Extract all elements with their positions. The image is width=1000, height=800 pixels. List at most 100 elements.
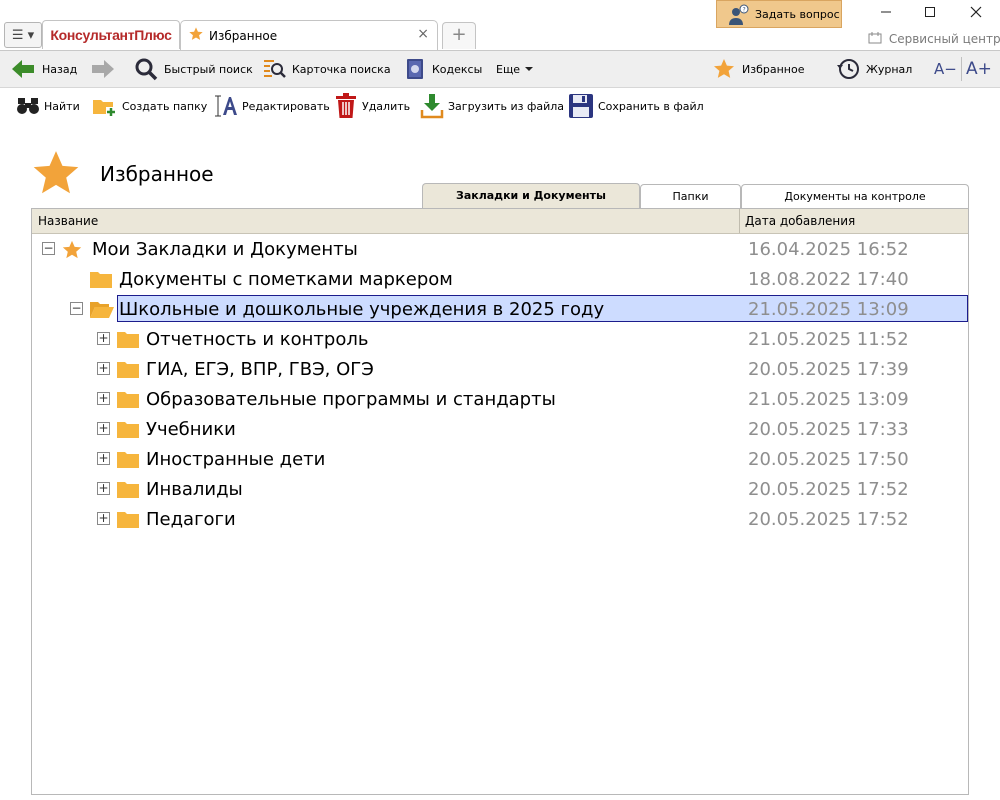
quick-search-button[interactable]: Быстрый поиск xyxy=(134,51,253,87)
maximize-icon xyxy=(925,7,935,17)
expand-toggle[interactable]: + xyxy=(97,452,110,465)
tree-row[interactable]: + Учебники 20.05.2025 17:33 xyxy=(32,415,968,443)
journal-button[interactable]: Журнал xyxy=(836,51,912,87)
collapse-toggle[interactable]: − xyxy=(70,302,83,315)
edit-label: Редактировать xyxy=(242,99,330,113)
expand-toggle[interactable]: + xyxy=(97,512,110,525)
folder-add-icon xyxy=(93,100,116,117)
tree-row[interactable]: + ГИА, ЕГЭ, ВПР, ГВЭ, ОГЭ 20.05.2025 17:… xyxy=(32,355,968,383)
load-from-file-button[interactable]: Загрузить из файла xyxy=(420,88,564,124)
tree-row[interactable]: Документы с пометками маркером 18.08.202… xyxy=(32,265,968,293)
close-window-button[interactable] xyxy=(966,6,986,22)
new-tab-button[interactable]: + xyxy=(442,22,476,49)
find-button[interactable]: Найти xyxy=(16,88,80,124)
brand-logo[interactable]: КонсультантПлюс xyxy=(42,20,180,49)
back-label: Назад xyxy=(42,62,78,76)
more-dropdown[interactable]: Еще xyxy=(496,51,540,87)
minimize-button[interactable] xyxy=(876,6,896,22)
folder-icon xyxy=(117,332,139,348)
column-resize-handle[interactable] xyxy=(739,209,740,233)
tree-item-date: 18.08.2022 17:40 xyxy=(748,269,909,290)
tree-item-label: Инвалиды xyxy=(146,479,243,500)
search-card-icon xyxy=(264,60,286,78)
tree-row-selected[interactable]: − Школьные и дошкольные учреждения в 202… xyxy=(32,295,968,323)
folder-open-icon xyxy=(90,302,114,318)
favorites-tree-panel[interactable]: Название Дата добавления − Мои Закладки … xyxy=(31,208,969,795)
navigation-toolbar: Назад Быстрый поиск Карточка поиска Коде… xyxy=(0,50,1000,88)
toolbar-divider xyxy=(961,57,962,81)
folder-icon xyxy=(90,272,112,288)
back-button[interactable]: Назад xyxy=(10,51,77,87)
tree-row[interactable]: − Мои Закладки и Документы 16.04.2025 16… xyxy=(32,235,968,263)
save-to-file-button[interactable]: Сохранить в файл xyxy=(568,88,704,124)
tree-item-date: 20.05.2025 17:50 xyxy=(748,449,909,470)
expand-toggle[interactable]: + xyxy=(97,362,110,375)
trash-icon xyxy=(336,93,356,118)
font-bigger-label: A+ xyxy=(966,59,992,79)
codes-book-icon xyxy=(407,59,423,79)
tab-label: Закладки и Документы xyxy=(456,189,606,202)
edit-button[interactable]: Редактировать xyxy=(212,88,330,124)
column-date-header[interactable]: Дата добавления xyxy=(745,214,855,228)
tab-label: Папки xyxy=(672,190,709,203)
collapse-toggle[interactable]: − xyxy=(42,242,55,255)
service-center-icon xyxy=(868,32,882,44)
magnifier-icon xyxy=(135,58,158,81)
tab-controlled-documents[interactable]: Документы на контроле xyxy=(741,184,969,208)
tree-row[interactable]: + Иностранные дети 20.05.2025 17:50 xyxy=(32,445,968,473)
floppy-disk-icon xyxy=(569,94,593,118)
service-center-link[interactable]: Сервисный центр xyxy=(868,32,1000,46)
column-header: Название Дата добавления xyxy=(32,209,968,234)
tree-item-label: Документы с пометками маркером xyxy=(119,269,453,290)
load-from-file-label: Загрузить из файла xyxy=(448,99,565,113)
create-folder-button[interactable]: Создать папку xyxy=(92,88,207,124)
tree-item-date: 16.04.2025 16:52 xyxy=(748,239,909,260)
title-bar: ☰ ▾ КонсультантПлюс Избранное × + ? Зада… xyxy=(0,0,1000,50)
folder-icon xyxy=(117,482,139,498)
tree-row[interactable]: + Отчетность и контроль 21.05.2025 11:52 xyxy=(32,325,968,353)
font-bigger-button[interactable]: A+ xyxy=(966,51,992,87)
save-to-file-label: Сохранить в файл xyxy=(598,99,704,113)
main-menu-button[interactable]: ☰ ▾ xyxy=(4,22,42,48)
tree-item-date: 21.05.2025 13:09 xyxy=(748,299,909,320)
back-arrow-icon xyxy=(12,60,34,78)
page-title: Избранное xyxy=(100,162,214,186)
tree-item-label: Школьные и дошкольные учреждения в 2025 … xyxy=(119,299,605,320)
delete-button[interactable]: Удалить xyxy=(334,88,410,124)
ask-question-button[interactable]: ? Задать вопрос xyxy=(716,0,842,28)
tab-folders[interactable]: Папки xyxy=(640,184,741,208)
tree-item-date: 20.05.2025 17:39 xyxy=(748,359,909,380)
tree-item-date: 20.05.2025 17:33 xyxy=(748,419,909,440)
close-tab-icon[interactable]: × xyxy=(417,26,429,42)
folder-icon xyxy=(117,452,139,468)
folder-icon xyxy=(117,422,139,438)
maximize-button[interactable] xyxy=(920,6,940,22)
expand-toggle[interactable]: + xyxy=(97,422,110,435)
column-name-header[interactable]: Название xyxy=(38,214,98,228)
tree-item-date: 20.05.2025 17:52 xyxy=(748,509,909,530)
svg-text:?: ? xyxy=(743,7,746,14)
tree-row[interactable]: + Инвалиды 20.05.2025 17:52 xyxy=(32,475,968,503)
search-card-button[interactable]: Карточка поиска xyxy=(262,51,391,87)
forward-button[interactable] xyxy=(90,51,122,87)
codes-label: Кодексы xyxy=(432,62,483,76)
tree-row[interactable]: + Педагоги 20.05.2025 17:52 xyxy=(32,505,968,533)
tree-item-label: Иностранные дети xyxy=(146,449,326,470)
tab-favorites[interactable]: Избранное × xyxy=(180,20,438,50)
font-smaller-button[interactable]: A− xyxy=(934,51,957,87)
delete-label: Удалить xyxy=(362,99,411,113)
tab-bookmarks-documents[interactable]: Закладки и Документы xyxy=(422,183,640,209)
folder-icon xyxy=(117,362,139,378)
codes-button[interactable]: Кодексы xyxy=(404,51,482,87)
expand-toggle[interactable]: + xyxy=(97,482,110,495)
ask-question-label: Задать вопрос xyxy=(755,8,840,21)
favorites-button[interactable]: Избранное xyxy=(712,51,804,87)
star-icon xyxy=(62,240,82,259)
star-icon xyxy=(189,27,203,40)
tree-item-label: Мои Закладки и Документы xyxy=(92,239,358,260)
expand-toggle[interactable]: + xyxy=(97,332,110,345)
font-smaller-label: A− xyxy=(934,60,957,78)
tree-row[interactable]: + Образовательные программы и стандарты … xyxy=(32,385,968,413)
history-clock-icon xyxy=(837,59,859,79)
expand-toggle[interactable]: + xyxy=(97,392,110,405)
